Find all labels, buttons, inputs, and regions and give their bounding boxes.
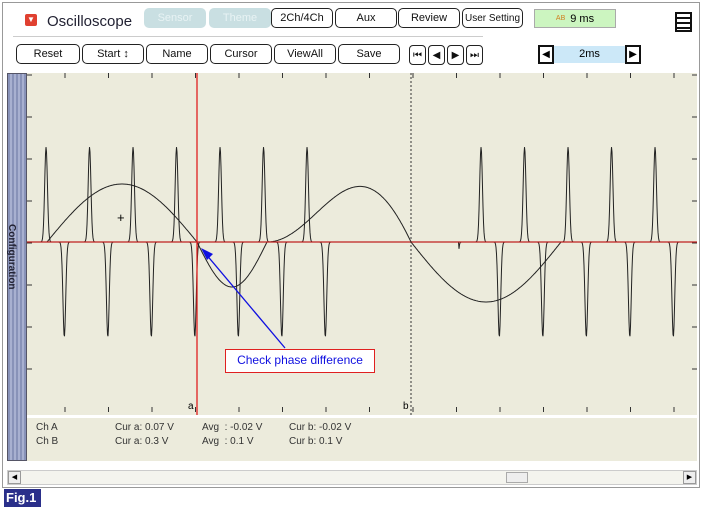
scroll-thumb[interactable] bbox=[506, 472, 528, 483]
readout-ch-b-cur-a: Cur a: 0.3 V bbox=[115, 436, 169, 447]
timebase-value: 2ms bbox=[554, 46, 625, 63]
app-title: Oscilloscope bbox=[47, 13, 133, 30]
user-setting-button[interactable]: User Setting bbox=[462, 8, 523, 28]
cursor-a-label: a bbox=[188, 401, 194, 412]
ab-icon: AB bbox=[555, 15, 566, 22]
configuration-panel-tab[interactable]: Configuration bbox=[6, 73, 27, 461]
readout-ch-a: Ch A bbox=[36, 422, 58, 433]
annotation-box: Check phase difference bbox=[225, 349, 375, 373]
readout-ch-a-avg: Avg : -0.02 V bbox=[202, 422, 263, 433]
name-button[interactable]: Name bbox=[146, 44, 208, 64]
cursor-button[interactable]: Cursor bbox=[210, 44, 272, 64]
viewall-button[interactable]: ViewAll bbox=[274, 44, 336, 64]
timebase-decrease-icon[interactable]: ◀ bbox=[538, 45, 554, 64]
review-button[interactable]: Review bbox=[398, 8, 460, 28]
menu-icon[interactable] bbox=[675, 12, 692, 32]
sensor-button[interactable]: Sensor bbox=[144, 8, 206, 28]
annotation-arrow bbox=[204, 252, 286, 349]
timebase-increase-icon[interactable]: ▶ bbox=[625, 45, 641, 64]
readout-ch-b-avg: Avg : 0.1 V bbox=[202, 436, 254, 447]
first-icon[interactable]: ⏮ bbox=[409, 45, 426, 65]
configuration-label: Configuration bbox=[6, 224, 17, 290]
channel-b-trace bbox=[27, 183, 567, 303]
prev-icon[interactable]: ◀ bbox=[428, 45, 445, 65]
collapse-icon[interactable]: ▼ bbox=[25, 14, 37, 26]
horizontal-scrollbar[interactable]: ◀ ▶ bbox=[7, 470, 697, 485]
readout-ch-b: Ch B bbox=[36, 436, 59, 447]
start-select[interactable]: Start ↕ bbox=[82, 44, 144, 64]
waveform-plot[interactable]: + a b Check phase difference bbox=[27, 73, 697, 415]
aux-button[interactable]: Aux bbox=[335, 8, 397, 28]
last-icon[interactable]: ⏭ bbox=[466, 45, 483, 65]
scroll-right-icon[interactable]: ▶ bbox=[683, 471, 696, 484]
figure-label: Fig.1 bbox=[4, 489, 41, 507]
channel-toggle-button[interactable]: 2Ch/4Ch bbox=[271, 8, 333, 28]
marker-plus: + bbox=[117, 210, 125, 225]
readout-panel: Ch A Cur a: 0.07 V Avg : -0.02 V Cur b: … bbox=[27, 415, 697, 461]
reset-button[interactable]: Reset bbox=[16, 44, 80, 64]
time-display: AB 9 ms bbox=[534, 9, 616, 28]
readout-ch-a-cur-a: Cur a: 0.07 V bbox=[115, 422, 174, 433]
divider bbox=[13, 36, 483, 37]
save-button[interactable]: Save bbox=[338, 44, 400, 64]
cursor-b-label: b bbox=[403, 401, 409, 412]
theme-button[interactable]: Theme bbox=[209, 8, 271, 28]
scroll-left-icon[interactable]: ◀ bbox=[8, 471, 21, 484]
readout-ch-a-cur-b: Cur b: -0.02 V bbox=[289, 422, 352, 433]
next-icon[interactable]: ▶ bbox=[447, 45, 464, 65]
readout-ch-b-cur-b: Cur b: 0.1 V bbox=[289, 436, 343, 447]
